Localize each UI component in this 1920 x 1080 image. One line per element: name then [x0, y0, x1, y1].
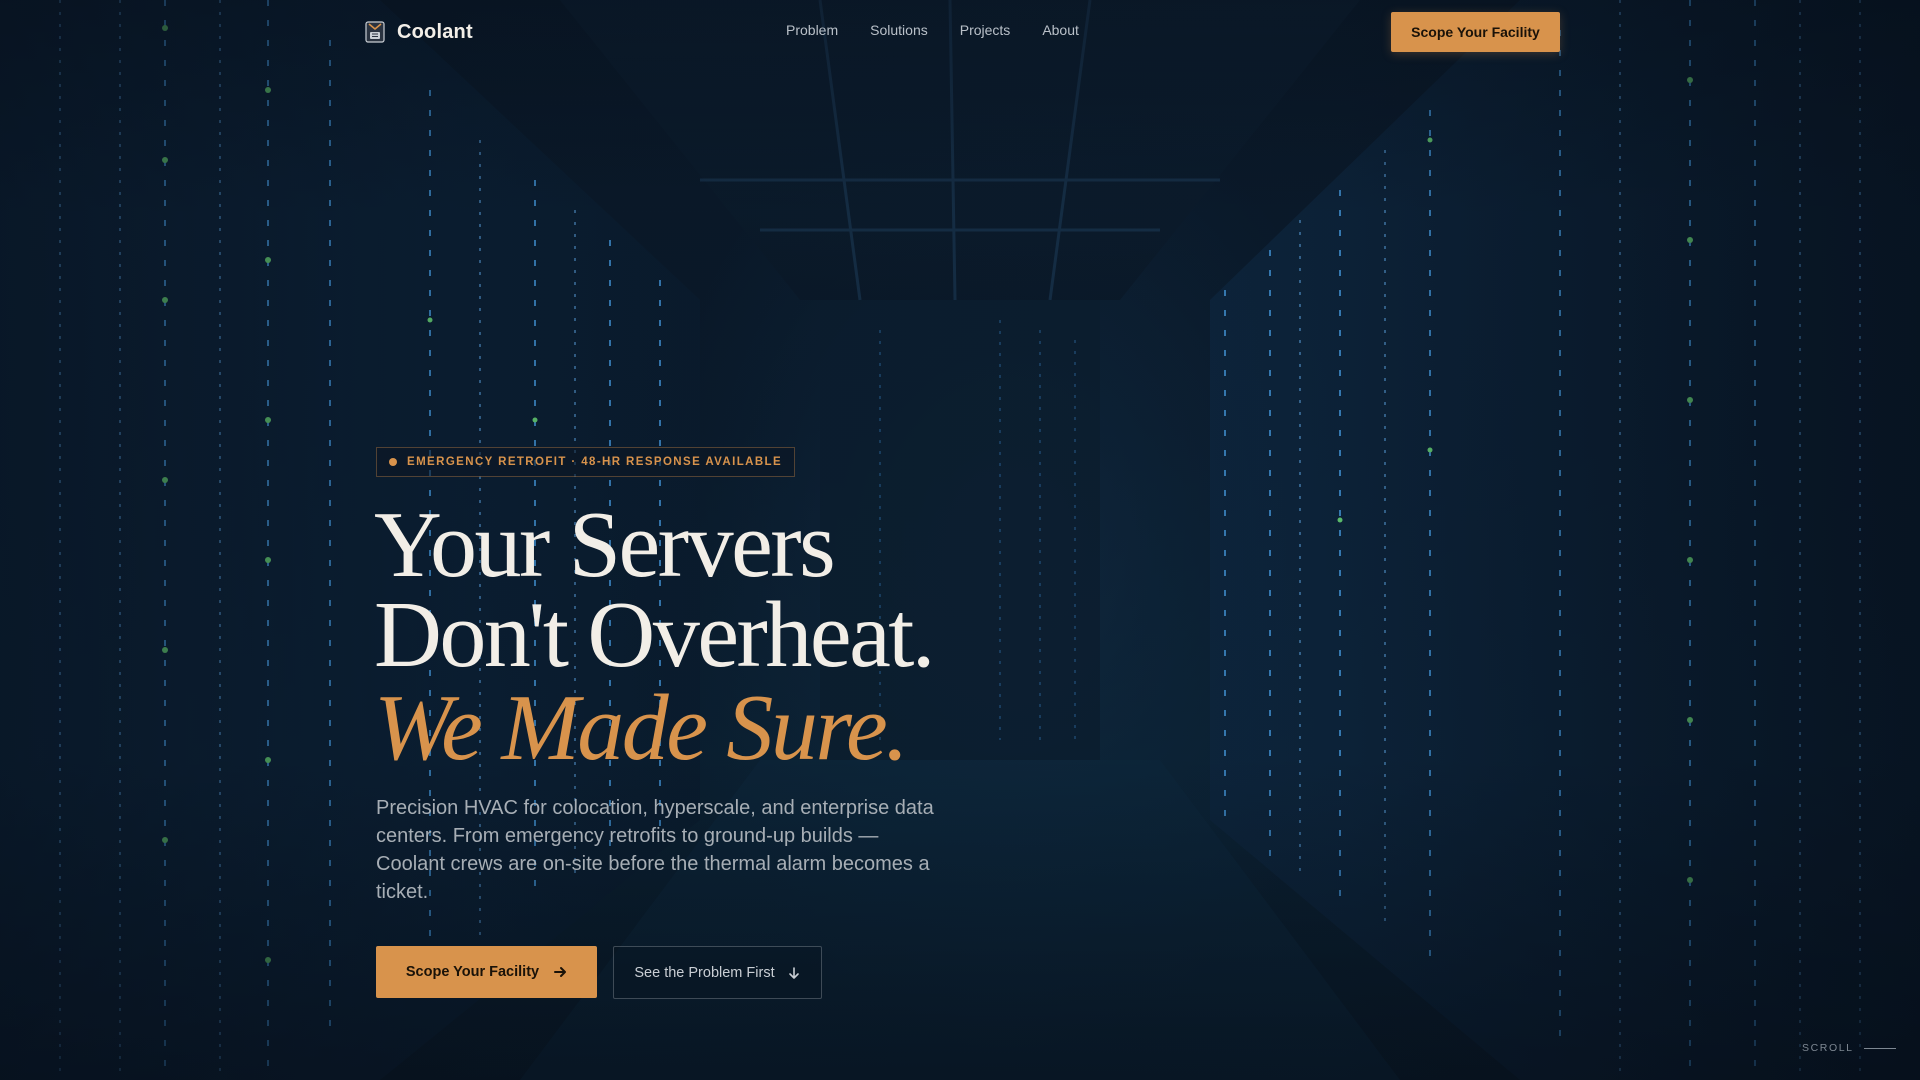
see-problem-button[interactable]: See the Problem First — [613, 946, 822, 999]
nav-link-problem[interactable]: Problem — [786, 22, 838, 38]
nav-link-about[interactable]: About — [1042, 22, 1079, 38]
top-navigation: Coolant Problem Solutions Projects About… — [0, 0, 1920, 64]
headline-line-2: Don't Overheat. — [374, 583, 935, 687]
scroll-label: SCROLL — [1802, 1042, 1854, 1054]
arrow-down-icon — [788, 966, 799, 979]
scope-facility-button[interactable]: Scope Your Facility — [376, 946, 597, 998]
nav-links: Problem Solutions Projects About — [786, 22, 1079, 38]
coolant-logo-icon — [365, 21, 385, 43]
see-problem-button-label: See the Problem First — [634, 964, 775, 981]
status-dot-icon — [389, 458, 397, 466]
emergency-badge: EMERGENCY RETROFIT · 48-HR RESPONSE AVAI… — [376, 447, 796, 477]
headline-accent: We Made Sure. — [374, 676, 909, 780]
background-overlay — [0, 0, 1920, 1080]
nav-link-solutions[interactable]: Solutions — [870, 22, 928, 38]
hero-headline: Your Servers Don't Overheat. We Made Sur… — [374, 493, 935, 780]
hero-description: Precision HVAC for colocation, hyperscal… — [376, 797, 934, 903]
arrow-right-icon — [554, 967, 567, 977]
brand-name: Coolant — [397, 20, 473, 43]
scroll-indicator[interactable]: SCROLL — [1802, 1042, 1896, 1054]
badge-text: EMERGENCY RETROFIT · 48-HR RESPONSE AVAI… — [407, 456, 783, 468]
headline-line-1: Your Servers — [374, 493, 836, 597]
scroll-line — [1863, 1047, 1896, 1049]
scope-facility-button-label: Scope Your Facility — [405, 964, 540, 980]
hero-section: Coolant Problem Solutions Projects About… — [0, 0, 1920, 1080]
brand-logo-link[interactable]: Coolant — [365, 19, 473, 45]
scope-facility-nav-button[interactable]: Scope Your Facility — [1391, 12, 1560, 52]
nav-link-projects[interactable]: Projects — [960, 22, 1011, 38]
